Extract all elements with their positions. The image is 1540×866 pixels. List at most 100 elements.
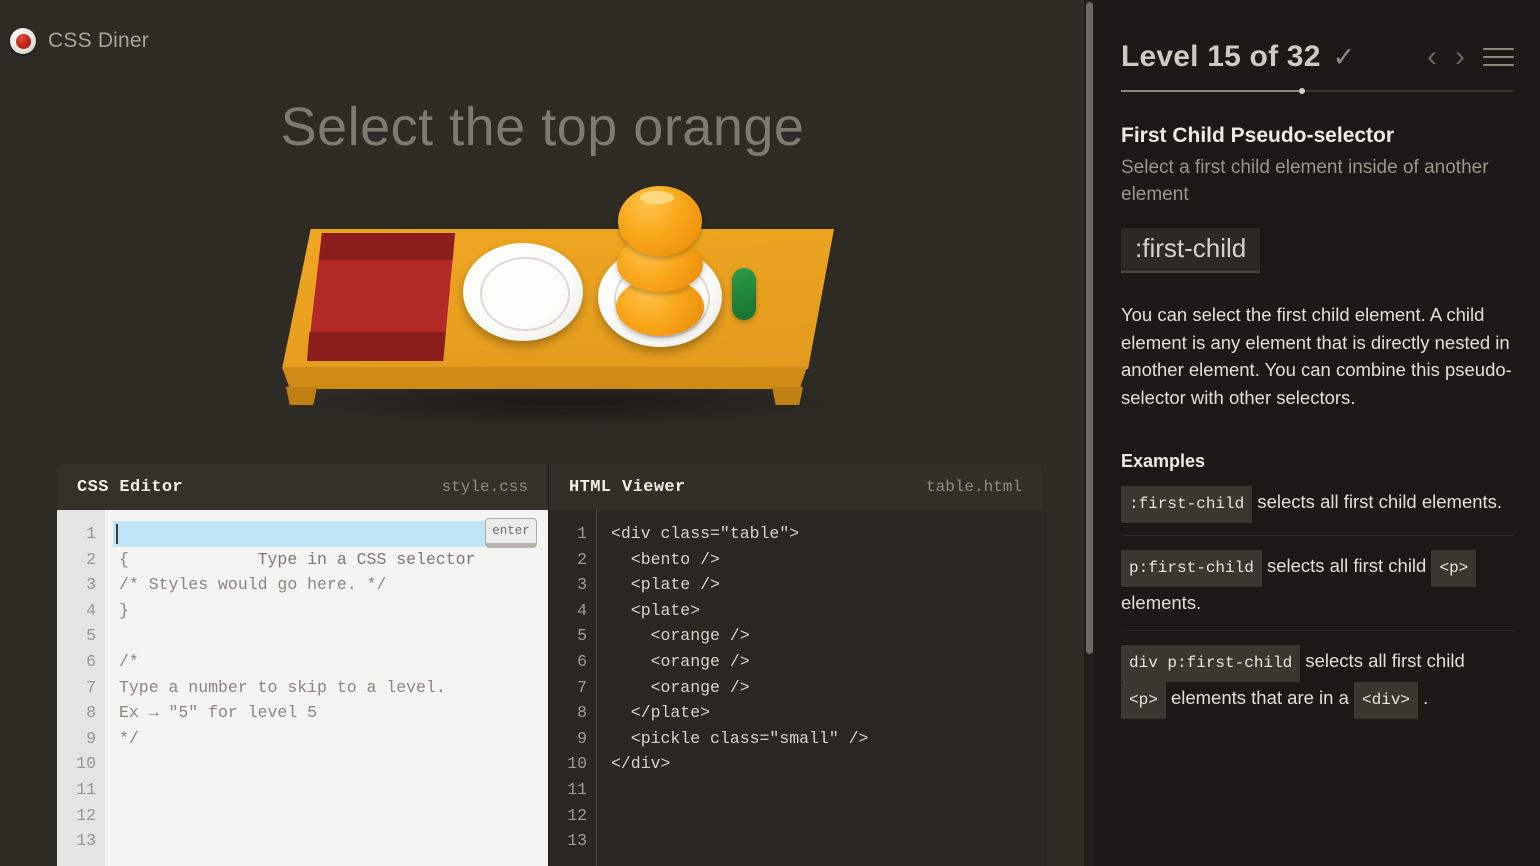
line-number: 13 xyxy=(567,831,587,851)
html-code-line: <orange /> xyxy=(611,651,750,671)
cherry-plate-icon xyxy=(10,28,36,54)
prev-level-icon[interactable]: ‹ xyxy=(1427,42,1437,72)
line-number: 1 xyxy=(86,524,96,543)
example-tag-chip: <p> xyxy=(1121,682,1166,719)
html-code-line: <bento /> xyxy=(611,549,720,569)
table-leg-right xyxy=(772,387,803,405)
line-number: 13 xyxy=(76,831,96,851)
line-number: 1 xyxy=(577,524,587,543)
line-number: 12 xyxy=(567,805,587,825)
level-nav-controls: ‹ › xyxy=(1427,42,1514,72)
css-code-line: } xyxy=(119,600,129,620)
selector-code-badge: :first-child xyxy=(1121,228,1261,273)
css-code-line: Type a number to skip to a level. xyxy=(119,677,446,697)
css-code-line: Ex → "5" for level 5 xyxy=(119,703,318,723)
line-number: 2 xyxy=(577,549,587,569)
css-editor-pane: CSS Editor style.css 1 2 3 4 5 6 7 8 9 10 11 12 13 T… xyxy=(57,464,549,866)
html-code-line: <plate> xyxy=(611,600,701,620)
example-item: p:first-child selects all first child <p… xyxy=(1121,535,1514,630)
hamburger-menu-icon[interactable] xyxy=(1483,48,1514,66)
html-code-line: <pickle class="small" /> xyxy=(611,728,869,748)
css-editor-header: CSS Editor style.css xyxy=(57,464,548,510)
line-number: 10 xyxy=(76,754,96,774)
menu-bar xyxy=(1483,48,1514,50)
help-panel: Level 15 of 32 ✓ ‹ › First Child Pseudo-… xyxy=(1095,0,1540,866)
plate-item-empty[interactable] xyxy=(463,243,583,341)
page-scrollbar-thumb[interactable] xyxy=(1086,2,1093,654)
line-number: 6 xyxy=(86,651,96,671)
example-tag-chip: <p> xyxy=(1431,550,1477,587)
editor-area: CSS Editor style.css 1 2 3 4 5 6 7 8 9 10 11 12 13 T… xyxy=(57,464,1042,866)
example-selector-chip: :first-child xyxy=(1121,486,1253,523)
line-number: 9 xyxy=(86,728,96,748)
line-number: 12 xyxy=(76,805,96,825)
selector-explanation: You can select the first child element. … xyxy=(1121,304,1512,408)
check-icon: ✓ xyxy=(1332,41,1356,72)
css-diner-app: CSS Diner Select the top orange CSS Edit… xyxy=(0,0,1540,866)
css-selector-input[interactable]: Type in a CSS selector xyxy=(113,521,485,569)
example-text: elements. xyxy=(1121,592,1202,613)
html-viewer-content: <div class="table"> <bento /> <plate /> … xyxy=(597,510,1042,866)
menu-bar xyxy=(1483,64,1514,66)
enter-button[interactable]: enter xyxy=(485,518,537,548)
css-editor-body: 1 2 3 4 5 6 7 8 9 10 11 12 13 Type in a CSS selector… xyxy=(57,510,548,866)
html-viewer-body: 1 2 3 4 5 6 7 8 9 10 11 12 13 <div class="table"> <b… xyxy=(549,510,1042,866)
brand-logo[interactable]: CSS Diner xyxy=(10,28,149,54)
html-viewer-title: HTML Viewer xyxy=(569,477,686,497)
css-input-placeholder: Type in a CSS selector xyxy=(257,549,476,569)
line-number: 3 xyxy=(577,575,587,595)
html-code-line xyxy=(611,777,1042,803)
example-item: div p:first-child selects all first chil… xyxy=(1121,630,1514,731)
brand-name: CSS Diner xyxy=(48,29,149,52)
examples-heading: Examples xyxy=(1121,451,1206,471)
level-progress-marker xyxy=(1298,88,1305,94)
line-number: 7 xyxy=(577,677,587,697)
line-number: 4 xyxy=(86,600,96,620)
line-number: 9 xyxy=(577,728,587,748)
selector-name: First Child Pseudo-selector xyxy=(1121,124,1395,147)
bento-top-band xyxy=(319,233,455,260)
css-code-line: /* xyxy=(119,651,139,671)
line-number: 4 xyxy=(577,600,587,620)
game-pane: CSS Diner Select the top orange CSS Edit… xyxy=(0,0,1085,866)
html-code-line: </div> xyxy=(611,754,671,774)
example-selector-chip: div p:first-child xyxy=(1121,645,1301,682)
example-text: . xyxy=(1418,687,1429,708)
example-text: selects all first child xyxy=(1261,555,1432,576)
line-number: 8 xyxy=(86,703,96,723)
page-scrollbar[interactable] xyxy=(1084,0,1095,866)
line-number: 5 xyxy=(577,626,587,646)
html-line-numbers: 1 2 3 4 5 6 7 8 9 10 11 12 13 xyxy=(549,510,597,866)
pickle-item[interactable] xyxy=(732,268,756,320)
line-number: 10 xyxy=(567,754,587,774)
html-code-line: <plate /> xyxy=(611,575,720,595)
page-title: Select the top orange xyxy=(280,97,805,157)
next-level-icon[interactable]: › xyxy=(1455,42,1465,72)
example-text: selects all first child xyxy=(1300,650,1465,671)
html-viewer-filename: table.html xyxy=(925,478,1022,496)
table-leg-left xyxy=(286,387,317,405)
css-code-line: */ xyxy=(119,728,139,748)
css-code-line xyxy=(113,623,548,649)
css-editor-content: Type in a CSS selector {/* Styles would … xyxy=(105,510,548,866)
line-number: 2 xyxy=(86,549,96,569)
menu-bar xyxy=(1483,56,1514,58)
level-counter: Level 15 of 32 xyxy=(1121,40,1321,73)
line-number: 11 xyxy=(76,779,96,799)
example-selector-chip: p:first-child xyxy=(1121,550,1262,587)
line-number: 6 xyxy=(577,651,587,671)
html-code-line: <orange /> xyxy=(611,626,750,646)
orange-highlight xyxy=(640,191,674,204)
html-viewer-header: HTML Viewer table.html xyxy=(549,464,1042,510)
bento-bottom-band xyxy=(307,332,446,361)
level-progress-fill xyxy=(1121,90,1302,92)
examples-list: :first-child selects all first child ele… xyxy=(1121,472,1514,731)
selector-description: Select a first child element inside of a… xyxy=(1121,157,1489,205)
css-editor-filename: style.css xyxy=(441,478,528,496)
level-progress-bar xyxy=(1121,88,1514,94)
html-code-line: </plate> xyxy=(611,703,711,723)
css-code-line xyxy=(113,803,548,829)
line-number: 7 xyxy=(86,677,96,697)
css-code-line xyxy=(113,828,548,854)
level-header: Level 15 of 32 ✓ ‹ › xyxy=(1121,0,1514,74)
